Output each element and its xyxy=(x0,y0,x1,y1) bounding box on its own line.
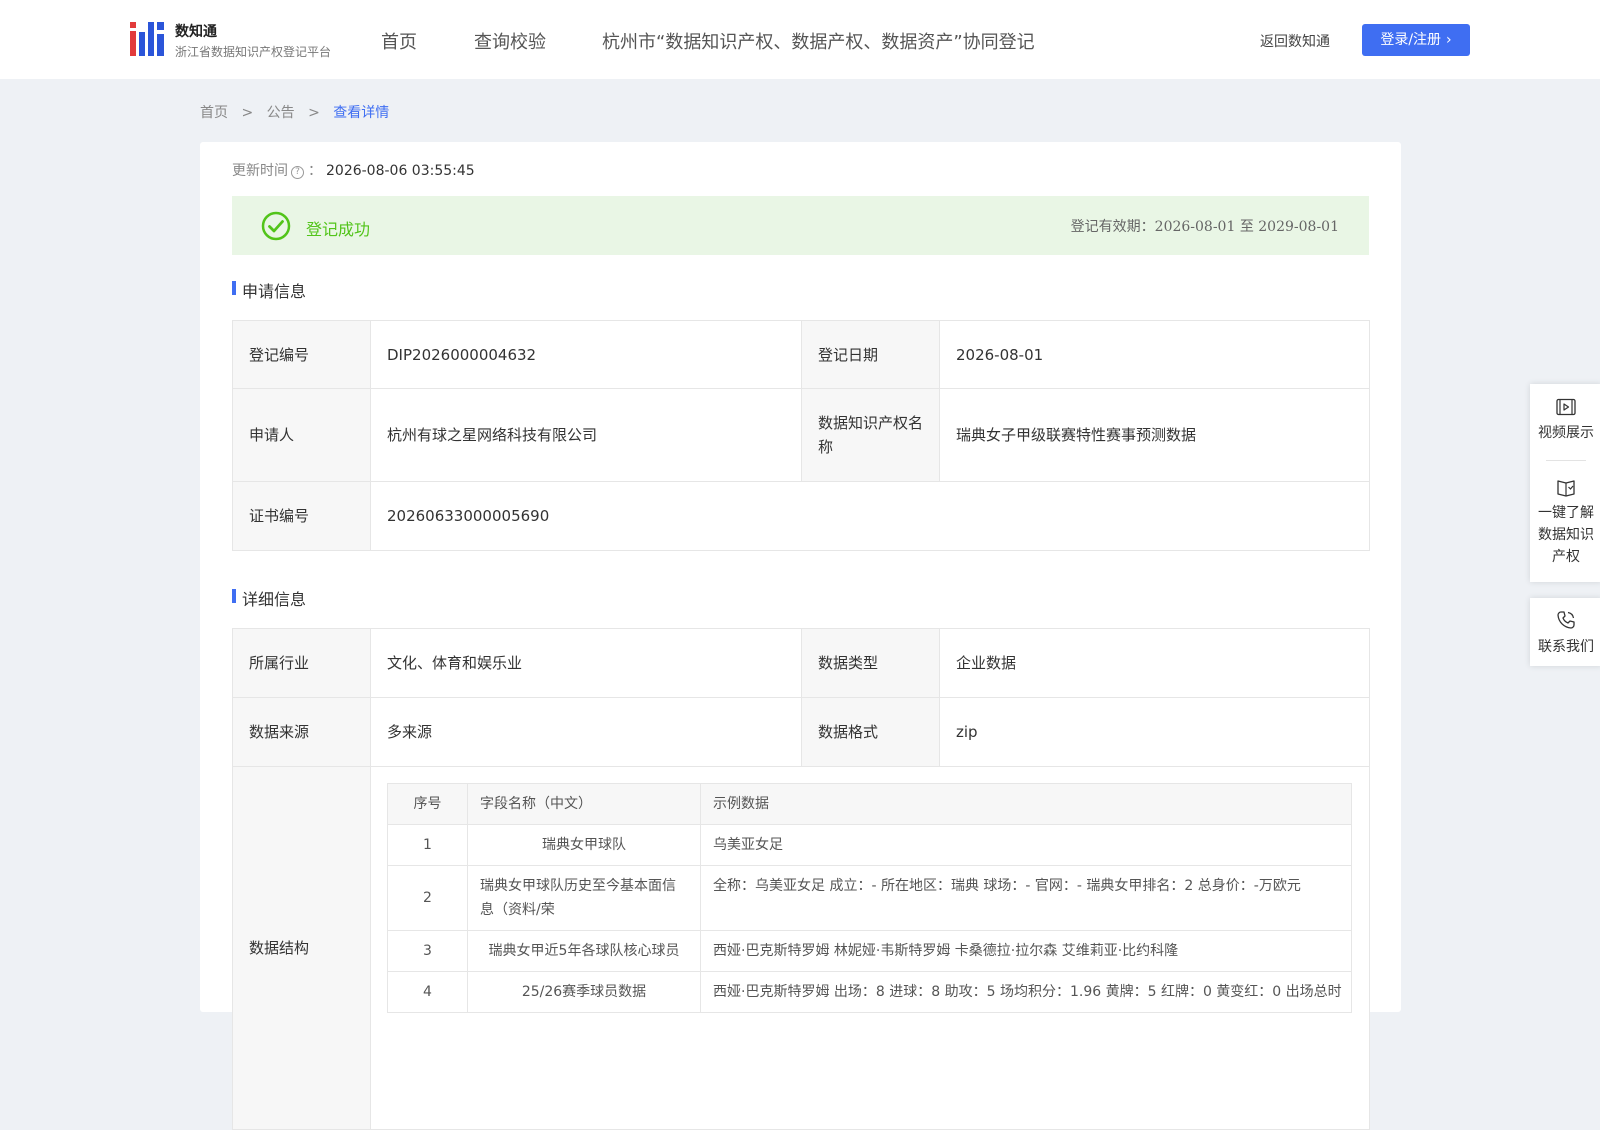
detail-card: 更新时间? ： 2026-08-06 03:55:45 登记成功 登记有效期：202… xyxy=(200,142,1401,1130)
reg-date-value: 2026-08-01 xyxy=(939,320,1370,389)
reg-no-label: 登记编号 xyxy=(232,320,371,389)
update-time: 更新时间? ： 2026-08-06 03:55:45 xyxy=(232,160,475,180)
applicant-label: 申请人 xyxy=(232,388,371,482)
row-index: 1 xyxy=(387,824,468,866)
login-register-button[interactable]: 登录/注册 › xyxy=(1362,24,1470,56)
learn-ip-label: 一键了解数据知识产权 xyxy=(1538,505,1594,565)
update-time-colon: ： xyxy=(308,163,322,179)
application-section-title: 申请信息 xyxy=(232,278,306,302)
video-showcase-label: 视频展示 xyxy=(1538,425,1594,441)
book-icon xyxy=(1557,480,1575,497)
ip-name-value: 瑞典女子甲级联赛特性赛事预测数据 xyxy=(939,388,1370,482)
industry-value: 文化、体育和娱乐业 xyxy=(370,628,802,698)
validity-period: 登记有效期：2026-08-01 至 2029-08-01 xyxy=(1070,219,1339,235)
learn-ip-button[interactable]: 一键了解数据知识产权 xyxy=(1530,478,1600,568)
data-format-label: 数据格式 xyxy=(801,697,940,767)
contact-us-button[interactable]: 联系我们 xyxy=(1530,610,1600,656)
breadcrumb-separator: > xyxy=(308,105,320,121)
row-sample: 乌美亚女足 xyxy=(700,824,1352,866)
reg-date-label: 登记日期 xyxy=(801,320,940,389)
row-sample: 西娅·巴克斯特罗姆 林妮娅·韦斯特罗姆 卡桑德拉·拉尔森 艾维莉亚·比约科隆 xyxy=(700,930,1352,972)
row-sample: 西娅·巴克斯特罗姆 出场：8 进球：8 助攻：5 场均积分：1.96 黄牌：5 … xyxy=(700,971,1352,1013)
cert-no-label: 证书编号 xyxy=(232,481,371,551)
row-field-name: 瑞典女甲近5年各球队核心球员 xyxy=(467,930,701,972)
applicant-value: 杭州有球之星网络科技有限公司 xyxy=(370,388,802,482)
row-sample: 全称：乌美亚女足 成立：- 所在地区：瑞典 球场：- 官网：- 瑞典女甲排名：2… xyxy=(700,865,1352,931)
data-structure-label: 数据结构 xyxy=(232,766,371,1130)
ip-name-label: 数据知识产权名称 xyxy=(801,388,940,482)
breadcrumb: 首页 > 公告 > 查看详情 xyxy=(200,102,398,122)
table-row: 4 25/26赛季球员数据 西娅·巴克斯特罗姆 出场：8 进球：8 助攻：5 场… xyxy=(387,971,1352,1013)
logo-icon xyxy=(130,22,164,56)
breadcrumb-current: 查看详情 xyxy=(333,105,390,121)
cert-no-value: 20260633000005690 xyxy=(370,481,1370,551)
status-text: 登记成功 xyxy=(306,220,371,239)
row-index: 4 xyxy=(387,971,468,1013)
table-row: 3 瑞典女甲近5年各球队核心球员 西娅·巴克斯特罗姆 林妮娅·韦斯特罗姆 卡桑德… xyxy=(387,930,1352,972)
details-info-table: 所属行业 文化、体育和娱乐业 数据类型 企业数据 数据来源 多来源 数据格式 z… xyxy=(232,628,1370,1130)
table-row: 1 瑞典女甲球队 乌美亚女足 xyxy=(387,824,1352,866)
help-icon[interactable]: ? xyxy=(291,166,304,179)
data-source-label: 数据来源 xyxy=(232,697,371,767)
login-register-label: 登录/注册 xyxy=(1380,32,1442,48)
data-type-value: 企业数据 xyxy=(939,628,1370,698)
data-type-label: 数据类型 xyxy=(801,628,940,698)
row-index: 2 xyxy=(387,865,468,931)
registration-status-banner: 登记成功 登记有效期：2026-08-01 至 2029-08-01 xyxy=(232,196,1369,255)
back-to-shuzhitong-link[interactable]: 返回数知通 xyxy=(1260,31,1330,51)
update-time-value: 2026-08-06 03:55:45 xyxy=(326,163,475,179)
contact-panel: 联系我们 xyxy=(1530,598,1600,666)
breadcrumb-separator: > xyxy=(241,105,254,121)
reg-no-value: DIP2026000004632 xyxy=(370,320,802,389)
divider xyxy=(1546,460,1586,461)
video-icon xyxy=(1556,398,1576,416)
logo-subtitle: 浙江省数据知识产权登记平台 xyxy=(175,45,332,59)
floating-side-panel: 视频展示 一键了解数据知识产权 xyxy=(1530,384,1600,582)
industry-label: 所属行业 xyxy=(232,628,371,698)
data-source-value: 多来源 xyxy=(370,697,802,767)
col-header-field-name: 字段名称（中文） xyxy=(467,783,701,825)
chevron-right-icon: › xyxy=(1446,32,1452,48)
phone-icon xyxy=(1557,611,1575,629)
breadcrumb-announcement[interactable]: 公告 xyxy=(267,105,295,121)
nav-home[interactable]: 首页 xyxy=(381,28,417,54)
col-header-index: 序号 xyxy=(387,783,468,825)
breadcrumb-home[interactable]: 首页 xyxy=(200,105,228,121)
top-navbar: 数知通 浙江省数据知识产权登记平台 首页 查询校验 杭州市“数据知识产权、数据产… xyxy=(0,0,1600,79)
check-circle-icon xyxy=(261,211,291,241)
row-field-name: 25/26赛季球员数据 xyxy=(467,971,701,1013)
col-header-sample: 示例数据 xyxy=(700,783,1352,825)
update-time-label: 更新时间 xyxy=(232,163,288,179)
logo-title: 数知通 xyxy=(175,24,217,40)
nav-hangzhou-registration[interactable]: 杭州市“数据知识产权、数据产权、数据资产”协同登记 xyxy=(602,28,1035,54)
data-structure-cell: 序号 字段名称（中文） 示例数据 1 瑞典女甲球队 乌美亚女足 2 瑞典女甲球队… xyxy=(370,766,1370,1130)
nav-query-verify[interactable]: 查询校验 xyxy=(474,28,546,54)
row-index: 3 xyxy=(387,930,468,972)
data-structure-table: 序号 字段名称（中文） 示例数据 1 瑞典女甲球队 乌美亚女足 2 瑞典女甲球队… xyxy=(387,783,1352,1013)
contact-us-label: 联系我们 xyxy=(1538,639,1594,655)
application-info-table: 登记编号 DIP2026000004632 登记日期 2026-08-01 申请… xyxy=(232,320,1370,551)
video-showcase-button[interactable]: 视频展示 xyxy=(1530,398,1600,442)
row-field-name: 瑞典女甲球队 xyxy=(467,824,701,866)
details-section-title: 详细信息 xyxy=(232,586,306,610)
data-format-value: zip xyxy=(939,697,1370,767)
table-row: 2 瑞典女甲球队历史至今基本面信息（资料/荣 全称：乌美亚女足 成立：- 所在地… xyxy=(387,865,1352,931)
row-field-name: 瑞典女甲球队历史至今基本面信息（资料/荣 xyxy=(467,865,701,931)
